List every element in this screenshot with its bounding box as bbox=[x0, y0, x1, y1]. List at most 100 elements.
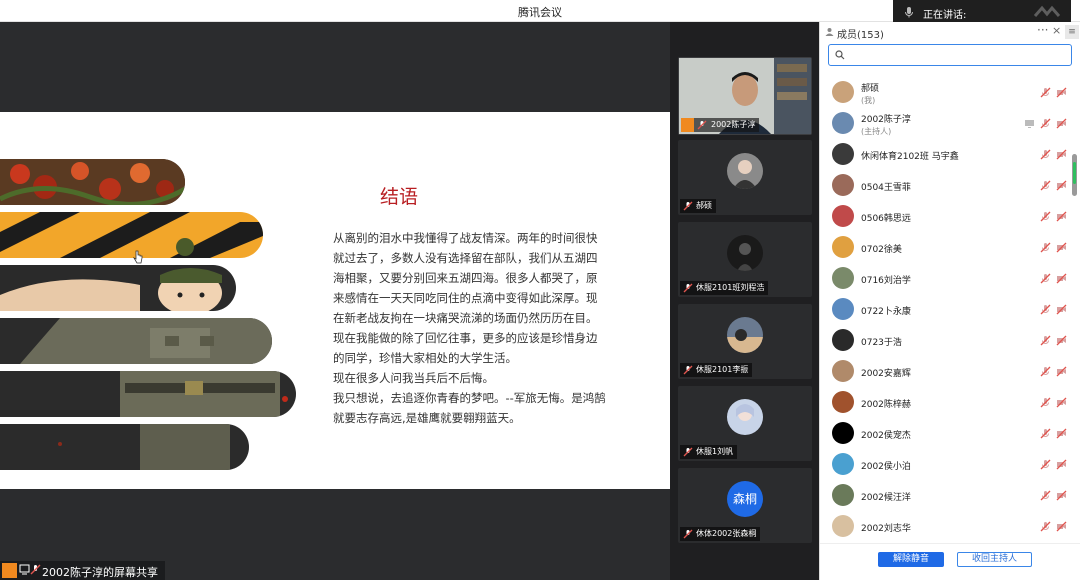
member-name: 2002侯宠杰 bbox=[861, 431, 911, 441]
camera-off-icon[interactable] bbox=[1056, 211, 1067, 222]
search-input[interactable] bbox=[847, 47, 1067, 63]
video-tile[interactable]: 森桐 休体2002张森桐 bbox=[678, 468, 812, 543]
muted-mic-icon[interactable] bbox=[1040, 521, 1051, 532]
member-row[interactable]: 郝硕 (我) bbox=[820, 77, 1070, 108]
muted-mic-icon bbox=[30, 564, 41, 575]
more-options-button[interactable]: ··· bbox=[1037, 23, 1048, 37]
members-panel-footer: 解除静音 收回主持人 bbox=[820, 543, 1080, 580]
camera-off-icon[interactable] bbox=[1056, 273, 1067, 284]
muted-mic-icon[interactable] bbox=[1040, 87, 1051, 98]
avatar bbox=[832, 329, 854, 351]
avatar bbox=[832, 360, 854, 382]
tile-name-label: 休服2101班刘程浩 bbox=[680, 281, 769, 295]
camera-off-icon[interactable] bbox=[1056, 180, 1067, 191]
member-name: 2002陈梓赫 bbox=[861, 400, 911, 410]
member-search-box[interactable] bbox=[828, 44, 1072, 66]
member-name: 郝硕 bbox=[861, 84, 880, 94]
muted-mic-icon[interactable] bbox=[1040, 428, 1051, 439]
slide-paragraph: 现在很多人问我当兵后不后悔。 bbox=[333, 371, 494, 385]
member-name: 0504王雪菲 bbox=[861, 183, 911, 193]
member-row[interactable]: 0722卜永康 bbox=[820, 294, 1070, 325]
muted-mic-icon bbox=[683, 447, 693, 457]
member-name: 2002陈子淳 bbox=[861, 115, 911, 125]
muted-mic-icon[interactable] bbox=[1040, 149, 1051, 160]
member-row[interactable]: 2002安嘉辉 bbox=[820, 356, 1070, 387]
member-row[interactable]: 0723于浩 bbox=[820, 325, 1070, 356]
panel-menu-button[interactable]: ≡ bbox=[1065, 25, 1079, 39]
muted-mic-icon[interactable] bbox=[1040, 459, 1051, 470]
camera-off-icon[interactable] bbox=[1056, 149, 1067, 160]
avatar bbox=[832, 267, 854, 289]
avatar bbox=[727, 317, 763, 353]
member-role: (我) bbox=[861, 96, 876, 105]
shared-screen-stage: 结语 从离别的泪水中我懂得了战友情深。两年的时间很快就过去了，多数人没有选择留在… bbox=[0, 22, 670, 580]
tile-name-label: 休服1刘帆 bbox=[680, 445, 738, 459]
video-tile[interactable]: 休服2101班刘程浩 bbox=[678, 222, 812, 297]
member-row[interactable]: 0504王雪菲 bbox=[820, 170, 1070, 201]
member-row[interactable]: 2002候汪洋 bbox=[820, 480, 1070, 511]
member-row[interactable]: 2002侯宠杰 bbox=[820, 418, 1070, 449]
members-icon bbox=[825, 28, 834, 36]
tile-name-label: 休服2101李振 bbox=[680, 363, 753, 377]
camera-off-icon[interactable] bbox=[1056, 335, 1067, 346]
muted-mic-icon bbox=[683, 201, 693, 211]
member-row[interactable]: 2002陈子淳 (主持人) bbox=[820, 108, 1070, 139]
muted-mic-icon[interactable] bbox=[1040, 366, 1051, 377]
slide-body-text: 从离别的泪水中我懂得了战友情深。两年的时间很快就过去了，多数人没有选择留在部队，… bbox=[333, 228, 608, 428]
camera-off-icon[interactable] bbox=[1056, 490, 1067, 501]
muted-mic-icon bbox=[697, 120, 707, 130]
muted-mic-icon[interactable] bbox=[1040, 335, 1051, 346]
muted-mic-icon[interactable] bbox=[1040, 242, 1051, 253]
member-row[interactable]: 2002刘志华 bbox=[820, 511, 1070, 542]
camera-off-icon[interactable] bbox=[1056, 459, 1067, 470]
speaking-label: 正在讲话: bbox=[923, 10, 967, 21]
member-role: (主持人) bbox=[861, 127, 892, 136]
member-row[interactable]: 2002陈梓赫 bbox=[820, 387, 1070, 418]
member-row[interactable]: 0716刘治学 bbox=[820, 263, 1070, 294]
muted-mic-icon[interactable] bbox=[1040, 180, 1051, 191]
muted-mic-icon[interactable] bbox=[1040, 273, 1051, 284]
avatar bbox=[832, 298, 854, 320]
member-list-scrollbar[interactable] bbox=[1072, 154, 1077, 196]
muted-mic-icon bbox=[683, 283, 693, 293]
member-row[interactable]: 0702徐美 bbox=[820, 232, 1070, 263]
search-icon bbox=[835, 50, 845, 60]
video-tile[interactable]: 休服1刘帆 bbox=[678, 386, 812, 461]
member-row[interactable]: 0506韩思远 bbox=[820, 201, 1070, 232]
avatar bbox=[832, 453, 854, 475]
member-name: 2002刘志华 bbox=[861, 524, 911, 534]
muted-mic-icon[interactable] bbox=[1040, 490, 1051, 501]
avatar bbox=[832, 205, 854, 227]
tile-name: 郝硕 bbox=[696, 201, 712, 210]
muted-mic-icon[interactable] bbox=[1040, 304, 1051, 315]
camera-off-icon[interactable] bbox=[1056, 242, 1067, 253]
avatar bbox=[832, 515, 854, 537]
member-name: 2002候汪洋 bbox=[861, 493, 911, 503]
video-tile[interactable]: 休服2101李振 bbox=[678, 304, 812, 379]
member-row[interactable]: 2002侯小泊 bbox=[820, 449, 1070, 480]
tencent-meeting-logo-icon bbox=[1033, 5, 1061, 17]
camera-off-icon[interactable] bbox=[1056, 428, 1067, 439]
screen-icon bbox=[19, 564, 30, 575]
reclaim-host-button[interactable]: 收回主持人 bbox=[957, 552, 1032, 567]
camera-off-icon[interactable] bbox=[1056, 397, 1067, 408]
tile-name: 2002陈子淳 bbox=[711, 120, 756, 129]
camera-off-icon[interactable] bbox=[1056, 521, 1067, 532]
muted-mic-icon[interactable] bbox=[1040, 397, 1051, 408]
camera-off-icon[interactable] bbox=[1056, 87, 1067, 98]
camera-off-icon[interactable] bbox=[1056, 304, 1067, 315]
camera-off-icon[interactable] bbox=[1056, 118, 1067, 129]
video-tile[interactable]: 郝硕 bbox=[678, 140, 812, 215]
member-name: 2002安嘉辉 bbox=[861, 369, 911, 379]
muted-mic-icon[interactable] bbox=[1040, 118, 1051, 129]
member-row[interactable]: 休闲体育2102班 马宇鑫 bbox=[820, 139, 1070, 170]
tile-name: 休服2101班刘程浩 bbox=[696, 283, 765, 292]
speaking-indicator: 正在讲话: bbox=[893, 0, 1071, 24]
video-tile[interactable]: 2002陈子淳 bbox=[678, 57, 812, 135]
muted-mic-icon[interactable] bbox=[1040, 211, 1051, 222]
camera-off-icon[interactable] bbox=[1056, 366, 1067, 377]
muted-mic-icon bbox=[683, 529, 693, 539]
unmute-all-button[interactable]: 解除静音 bbox=[878, 552, 944, 567]
close-panel-button[interactable]: × bbox=[1052, 24, 1061, 37]
tile-name-label: 郝硕 bbox=[680, 199, 716, 213]
